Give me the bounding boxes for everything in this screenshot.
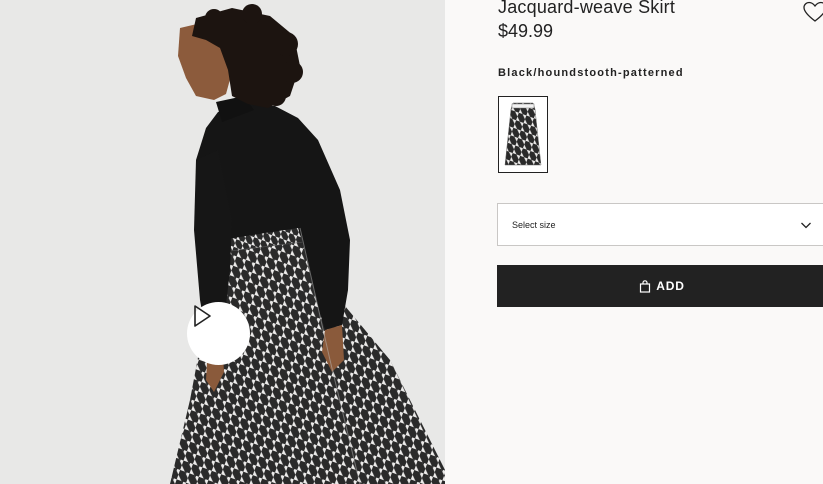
size-select-label: Select size (512, 220, 556, 230)
heart-icon (803, 1, 823, 22)
add-to-bag-button[interactable]: ADD (497, 265, 823, 307)
play-video-button[interactable] (187, 302, 250, 365)
product-price: $49.99 (498, 21, 554, 41)
product-title: Jacquard-weave Skirt (498, 0, 676, 17)
product-info-panel: Jacquard-weave Skirt $49.99 Black/hounds… (445, 0, 823, 484)
size-select[interactable]: Select size (497, 203, 823, 246)
selected-color-label: Black/houndstooth-patterned (498, 67, 684, 79)
swatch-skirt-thumbnail (499, 97, 547, 172)
model-photo-illustration (170, 4, 445, 484)
product-image[interactable] (0, 0, 445, 484)
product-page: Jacquard-weave Skirt $49.99 Black/hounds… (0, 0, 823, 484)
play-icon (194, 305, 211, 327)
color-swatch-houndstooth[interactable] (498, 96, 548, 173)
shopping-bag-icon (640, 279, 651, 293)
add-button-label: ADD (656, 279, 685, 293)
favorite-button[interactable] (803, 1, 823, 23)
chevron-down-icon (801, 222, 811, 229)
